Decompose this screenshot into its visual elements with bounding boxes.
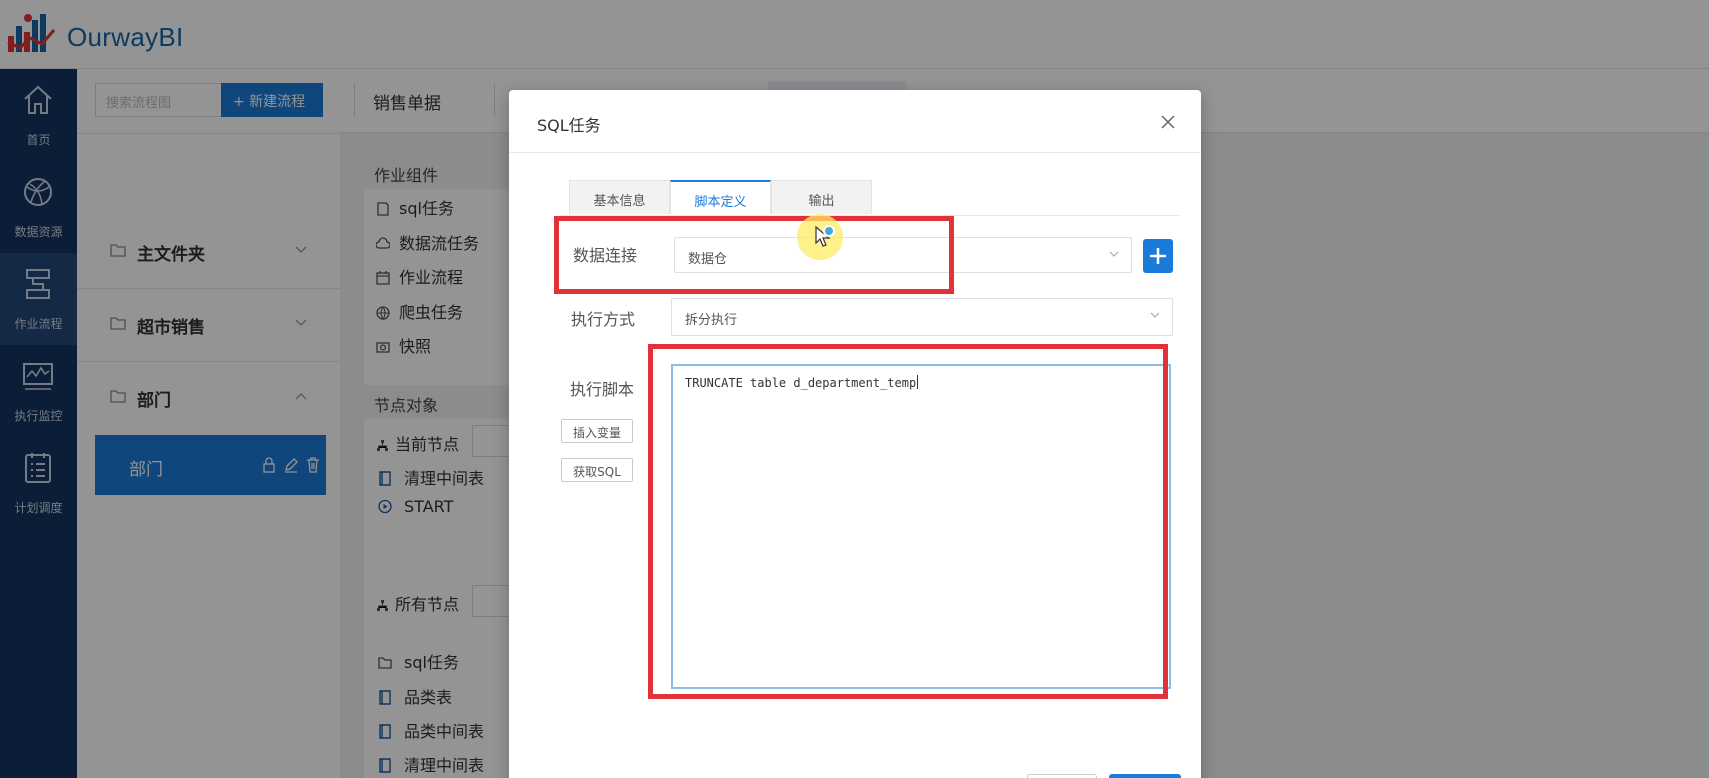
dialog-header: SQL任务 — [509, 90, 1201, 153]
tab-basic-info[interactable]: 基本信息 — [569, 180, 670, 214]
chevron-down-icon — [1150, 312, 1160, 318]
cancel-button[interactable] — [1027, 774, 1097, 778]
exec-mode-select[interactable]: 拆分执行 — [671, 298, 1173, 336]
chevron-down-icon — [1109, 251, 1119, 257]
add-connection-button[interactable] — [1143, 239, 1173, 273]
insert-variable-button[interactable]: 插入变量 — [561, 419, 633, 443]
exec-script-label: 执行脚本 — [570, 380, 635, 399]
dialog-tabs: 基本信息 脚本定义 输出 — [559, 180, 1179, 216]
get-sql-button[interactable]: 获取SQL — [561, 458, 633, 482]
exec-mode-label: 执行方式 — [571, 310, 636, 329]
exec-mode-value: 拆分执行 — [685, 313, 738, 328]
plus-icon — [1150, 248, 1166, 264]
tab-script-definition[interactable]: 脚本定义 — [670, 180, 771, 214]
confirm-button[interactable] — [1109, 774, 1181, 778]
annotation-box-data-connection — [554, 216, 954, 294]
close-icon[interactable] — [1160, 114, 1176, 130]
dialog-title: SQL任务 — [537, 116, 601, 135]
annotation-box-exec-script — [648, 344, 1168, 699]
click-indicator — [823, 225, 835, 237]
tab-output[interactable]: 输出 — [771, 180, 872, 214]
